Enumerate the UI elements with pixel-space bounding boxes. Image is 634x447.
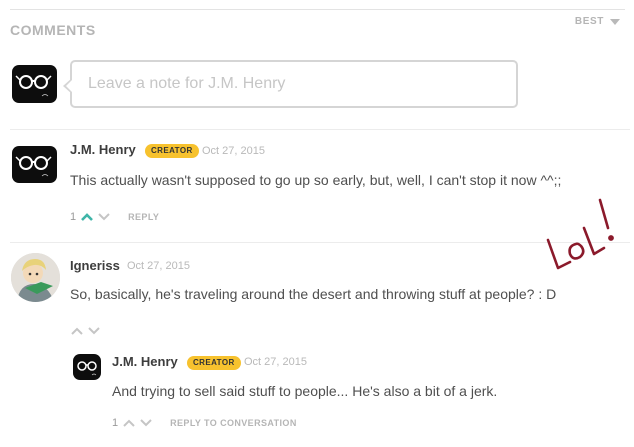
- chevron-down-icon: [140, 419, 152, 427]
- comments-heading: COMMENTS: [10, 22, 96, 38]
- author-avatar[interactable]: [11, 253, 60, 302]
- top-divider: [10, 9, 625, 10]
- comment-date: Oct 27, 2015: [127, 260, 190, 272]
- character-portrait-icon: [11, 253, 60, 302]
- glasses-icon: [77, 361, 97, 376]
- author-avatar[interactable]: [12, 146, 57, 183]
- creator-badge: CREATOR: [187, 356, 241, 370]
- comment-date: Oct 27, 2015: [202, 145, 265, 157]
- chevron-up-icon: [123, 419, 135, 427]
- note-box[interactable]: [63, 60, 518, 108]
- glasses-icon: [15, 75, 52, 97]
- chevron-down-icon: [610, 18, 620, 25]
- reply-author[interactable]: J.M. Henry: [112, 354, 178, 369]
- chevron-up-icon: [71, 327, 83, 335]
- author-avatar[interactable]: [73, 354, 101, 380]
- comment-input[interactable]: [72, 62, 516, 106]
- chevron-down-icon: [98, 213, 110, 221]
- reply-date: Oct 27, 2015: [244, 356, 307, 368]
- comment-author[interactable]: J.M. Henry: [70, 142, 136, 157]
- sort-label: BEST: [574, 16, 604, 27]
- creator-badge: CREATOR: [145, 144, 199, 158]
- downvote-button[interactable]: [97, 211, 111, 223]
- chevron-down-icon: [88, 327, 100, 335]
- divider: [10, 129, 630, 130]
- vote-count: 1: [112, 417, 119, 429]
- comment-text: This actually wasn't supposed to go up s…: [70, 172, 562, 188]
- vote-controls: 1 REPLY: [70, 211, 159, 223]
- comment-text: So, basically, he's traveling around the…: [70, 286, 557, 302]
- comment-author[interactable]: Igneriss: [70, 258, 120, 273]
- vote-controls: 1 REPLY TO CONVERSATION: [112, 417, 297, 429]
- downvote-button[interactable]: [87, 325, 101, 337]
- current-user-avatar: [12, 65, 57, 103]
- vote-controls: [70, 325, 101, 337]
- reply-text: And trying to sell said stuff to people.…: [112, 383, 498, 399]
- reply-button[interactable]: REPLY: [128, 212, 159, 222]
- reply-to-conversation-button[interactable]: REPLY TO CONVERSATION: [170, 418, 297, 428]
- upvote-button[interactable]: [70, 325, 84, 337]
- upvote-button[interactable]: [122, 417, 136, 429]
- handwritten-lol-annotation: [546, 198, 614, 270]
- chevron-up-icon: [81, 213, 94, 221]
- vote-count: 1: [70, 211, 77, 223]
- downvote-button[interactable]: [139, 417, 153, 429]
- glasses-icon: [15, 156, 52, 177]
- divider: [10, 242, 630, 243]
- sort-dropdown[interactable]: BEST: [575, 16, 620, 27]
- upvote-button[interactable]: [80, 211, 94, 223]
